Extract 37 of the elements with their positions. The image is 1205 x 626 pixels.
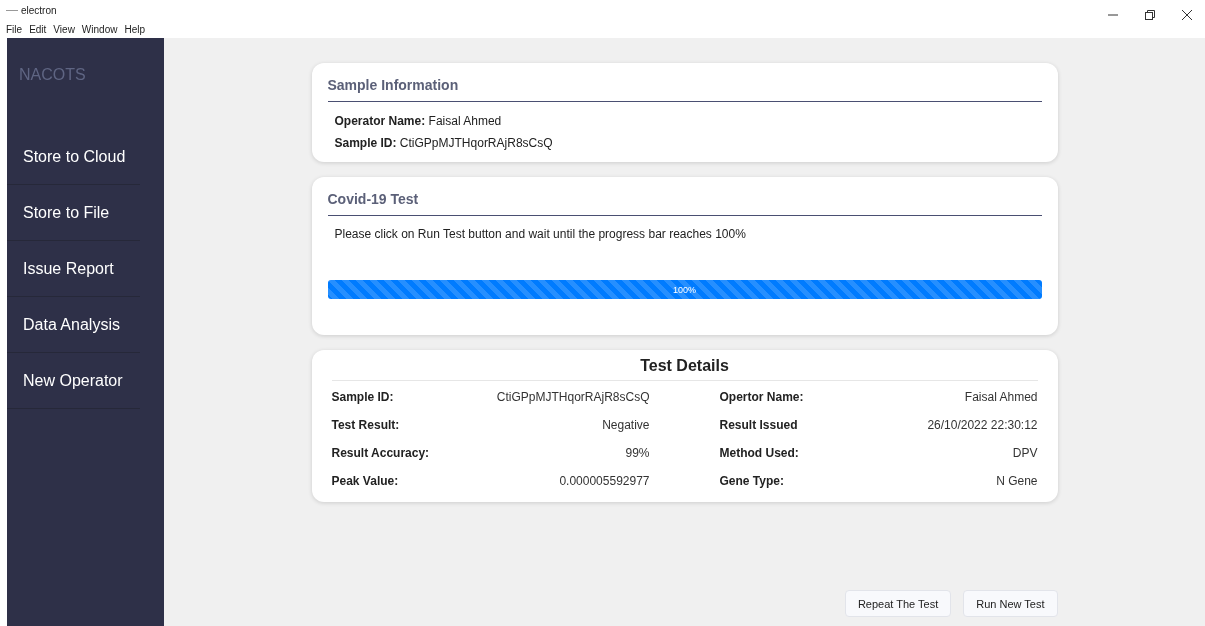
progress-reading: 100% [673, 284, 696, 295]
detail-label: Method Used: [719, 446, 800, 460]
detail-label: Peak Value: [331, 474, 400, 488]
detail-label: Opertor Name: [719, 390, 805, 404]
info-field: Operator Name: Faisal Ahmed [327, 110, 1042, 132]
menu-item[interactable]: Edit [29, 23, 47, 35]
detail-label: Test Result: [331, 418, 401, 432]
detail-value: CtiGPpMJTHqorRAjR8sCsQ [495, 390, 650, 404]
instruction-text: Please click on Run Test button and wait until the progress bar reaches 100% [333, 226, 747, 243]
detail-value: 0.000005592977 [558, 474, 650, 488]
action-button[interactable]: Repeat The Test [844, 590, 952, 617]
brand-name: NACOTS [18, 65, 87, 85]
info-field: Sample ID: CtiGPpMJTHqorRAjR8sCsQ [327, 132, 1042, 154]
detail-label: Result Issued [719, 418, 799, 432]
detail-value: Negative [601, 418, 650, 432]
card-title: Covid-19 Test [327, 191, 1042, 216]
menu-item[interactable]: Window [81, 23, 118, 35]
sidebar-item[interactable]: Data Analysis [7, 297, 140, 353]
detail-value: 99% [624, 446, 650, 460]
menu-item[interactable]: View [53, 23, 75, 35]
detail-value: N Gene [995, 474, 1038, 488]
window-title: electron [21, 4, 57, 16]
menu-item[interactable]: Help [124, 23, 145, 35]
action-button[interactable]: Run New Test [963, 590, 1058, 617]
detail-value: 26/10/2022 22:30:12 [926, 418, 1038, 432]
sidebar-item[interactable]: Store to File [7, 185, 140, 241]
menu-item[interactable]: File [6, 23, 23, 35]
sidebar-item[interactable]: New Operator [7, 353, 140, 409]
detail-value: Faisal Ahmed [963, 390, 1038, 404]
detail-value: DPV [1011, 446, 1038, 460]
sidebar-item[interactable]: Issue Report [7, 241, 140, 297]
detail-label: Sample ID: [331, 390, 395, 404]
detail-label: Result Accuracy: [331, 446, 431, 460]
card-title: Sample Information [327, 77, 1042, 102]
sidebar-item[interactable]: Store to Cloud [7, 129, 140, 185]
detail-label: Gene Type: [719, 474, 785, 488]
card-title: Test Details [331, 357, 1038, 381]
